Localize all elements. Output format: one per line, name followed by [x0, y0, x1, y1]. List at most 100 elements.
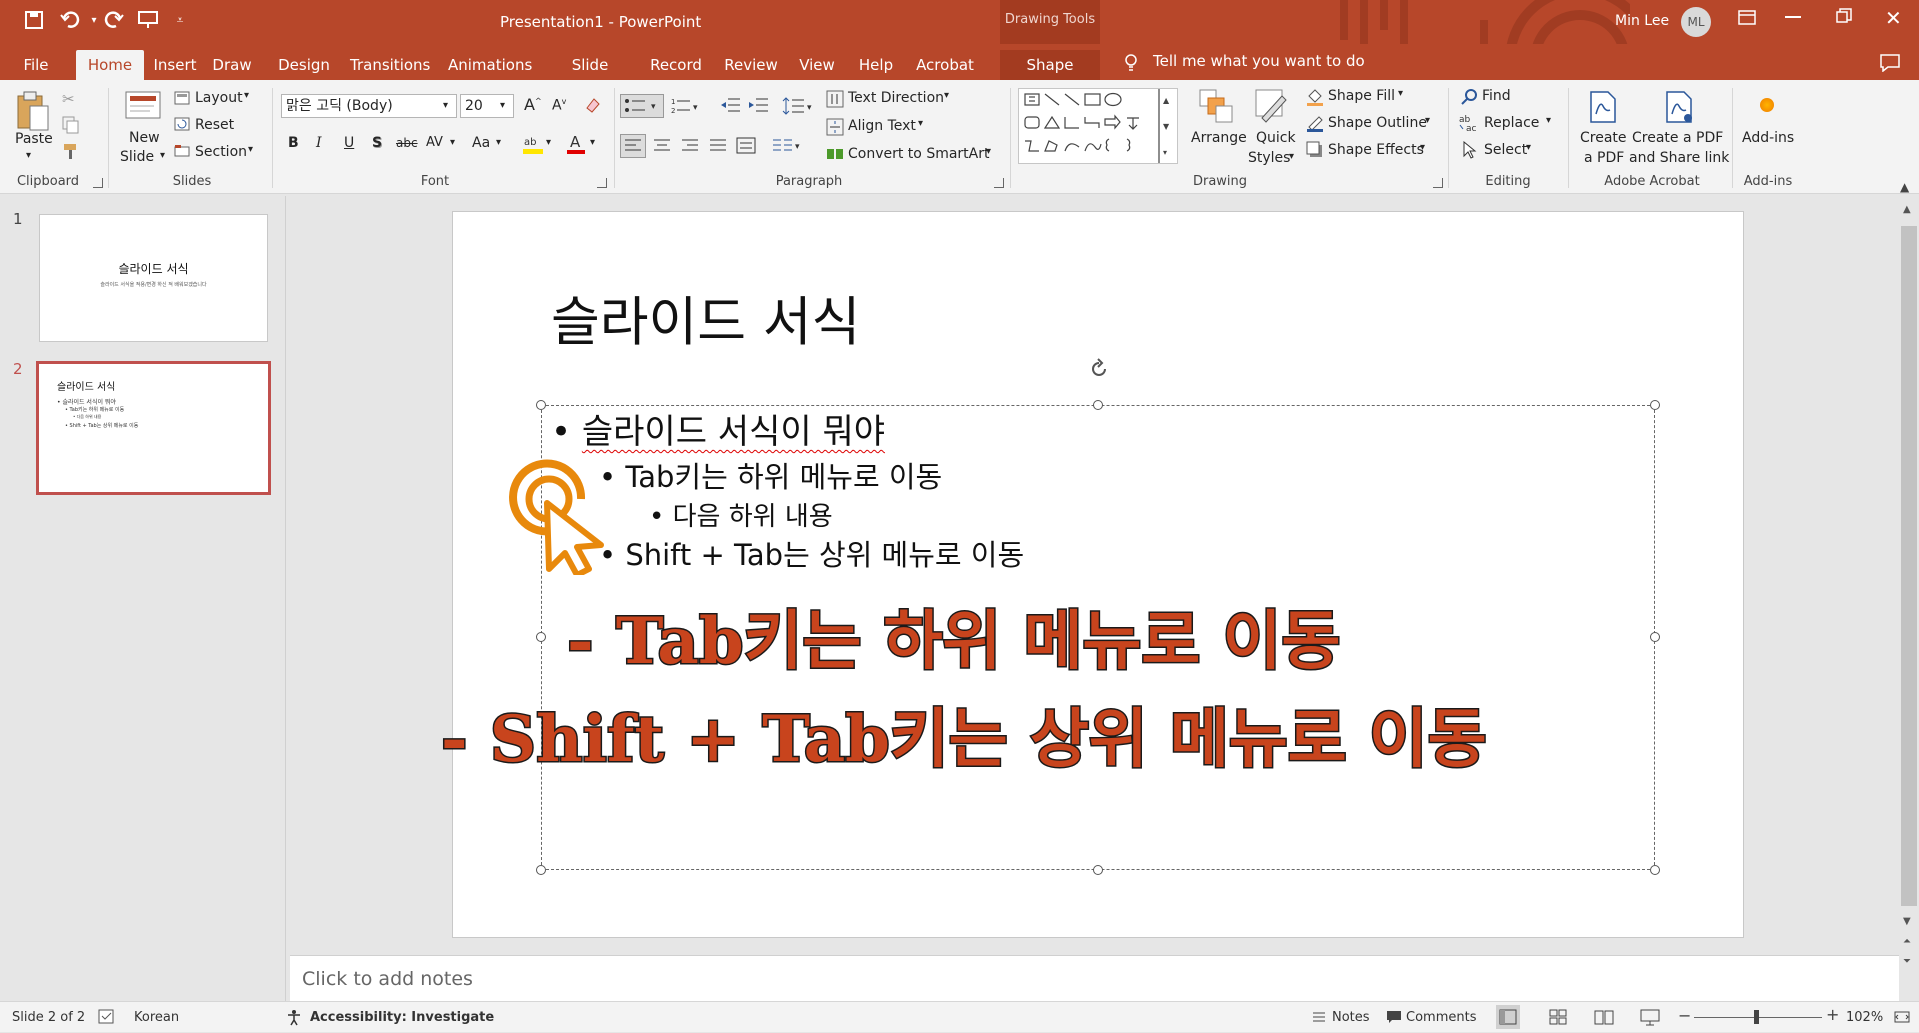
ribbon-display-options-icon[interactable]: [1737, 9, 1757, 29]
bold-icon[interactable]: B: [288, 135, 299, 151]
section-button[interactable]: Section: [195, 144, 247, 160]
resize-handle[interactable]: [1650, 632, 1660, 642]
resize-handle[interactable]: [1650, 400, 1660, 410]
character-spacing-dropdown-icon[interactable]: ▾: [450, 137, 455, 148]
vertical-scrollbar[interactable]: ▲ ▼ ⏶ ⏷: [1899, 196, 1919, 1001]
notes-pane[interactable]: Click to add notes: [290, 955, 1899, 1001]
text-shadow-icon[interactable]: S: [372, 135, 382, 151]
fit-slide-icon[interactable]: [1893, 1008, 1911, 1026]
highlight-color-icon[interactable]: ab: [522, 132, 544, 156]
notes-button[interactable]: Notes: [1332, 1010, 1370, 1025]
quick-styles-icon[interactable]: [1254, 88, 1290, 126]
justify-icon[interactable]: [706, 135, 730, 157]
zoom-out-icon[interactable]: −: [1678, 1006, 1691, 1025]
tab-view[interactable]: View: [796, 50, 838, 80]
previous-slide-icon[interactable]: ⏶: [1903, 936, 1911, 947]
font-launcher-icon[interactable]: [597, 178, 607, 188]
tab-shape-format[interactable]: Shape Format: [1000, 50, 1100, 104]
section-dropdown-icon[interactable]: ▾: [248, 144, 253, 155]
font-color-dropdown-icon[interactable]: ▾: [590, 137, 595, 148]
convert-to-smartart-button[interactable]: Convert to SmartArt: [848, 146, 989, 162]
text-direction-button[interactable]: Text Direction: [848, 90, 944, 106]
next-slide-icon[interactable]: ⏷: [1903, 956, 1911, 967]
add-ins-button[interactable]: Add-ins: [1742, 130, 1794, 146]
shape-fill-dropdown-icon[interactable]: ▾: [1398, 88, 1403, 99]
zoom-slider-thumb[interactable]: [1754, 1010, 1759, 1024]
tab-transitions[interactable]: Transitions: [350, 50, 430, 80]
save-icon[interactable]: [20, 6, 48, 34]
quick-styles-button[interactable]: Styles: [1248, 150, 1290, 166]
underline-icon[interactable]: U: [344, 135, 354, 151]
clear-formatting-icon[interactable]: [584, 96, 602, 114]
resize-handle[interactable]: [536, 632, 546, 642]
bullet-level-2[interactable]: • Tab키는 하위 메뉴로 이동: [599, 454, 942, 496]
restore-icon[interactable]: [1836, 8, 1852, 24]
reading-view-icon[interactable]: [1592, 1005, 1616, 1029]
align-text-icon[interactable]: [826, 118, 844, 136]
paste-icon[interactable]: [14, 90, 50, 132]
accessibility-icon[interactable]: [286, 1009, 304, 1027]
font-size-dropdown-icon[interactable]: ▾: [500, 100, 505, 111]
change-case-icon[interactable]: Aa: [472, 135, 490, 151]
tell-me-search[interactable]: Tell me what you want to do: [1153, 52, 1365, 70]
minimize-icon[interactable]: [1785, 16, 1801, 18]
slide-title[interactable]: 슬라이드 서식: [551, 280, 860, 356]
accessibility-status[interactable]: Accessibility: Investigate: [310, 1010, 494, 1025]
reset-icon[interactable]: [174, 117, 190, 131]
align-text-button[interactable]: Align Text: [848, 118, 916, 134]
tab-animations[interactable]: Animations: [448, 50, 532, 80]
shape-fill-button[interactable]: Shape Fill: [1328, 88, 1395, 104]
slide-thumbnail-2[interactable]: 슬라이드 서식 • 슬라이드 서식이 뭐야 • Tab키는 하위 메뉴로 이동 …: [36, 361, 271, 495]
align-text-dropdown-icon[interactable]: ▾: [918, 118, 923, 129]
bullets-button[interactable]: ▾: [620, 94, 664, 118]
align-left-icon[interactable]: [620, 134, 646, 158]
bullet-level-2[interactable]: • Shift + Tab는 상위 메뉴로 이동: [599, 532, 1024, 574]
tab-acrobat[interactable]: Acrobat: [914, 50, 976, 80]
resize-handle[interactable]: [1093, 400, 1103, 410]
shape-outline-icon[interactable]: [1306, 114, 1324, 132]
slide-sorter-icon[interactable]: [1546, 1005, 1570, 1029]
tab-home[interactable]: Home: [76, 50, 144, 80]
comments-icon[interactable]: [1880, 54, 1900, 73]
tab-insert[interactable]: Insert: [152, 50, 198, 80]
create-share-button[interactable]: and Share link: [1629, 150, 1729, 166]
arrange-button[interactable]: Arrange: [1191, 130, 1247, 146]
zoom-level[interactable]: 102%: [1846, 1010, 1883, 1025]
resize-handle[interactable]: [536, 865, 546, 875]
increase-font-icon[interactable]: A^: [524, 95, 542, 114]
tab-design[interactable]: Design: [276, 50, 332, 80]
resize-handle[interactable]: [1093, 865, 1103, 875]
shape-outline-button[interactable]: Shape Outline: [1328, 115, 1427, 131]
redo-icon[interactable]: [100, 6, 128, 34]
font-size-combo[interactable]: 20: [460, 94, 514, 118]
tab-review[interactable]: Review: [722, 50, 780, 80]
section-icon[interactable]: [174, 144, 190, 158]
replace-icon[interactable]: ab ac: [1458, 114, 1480, 134]
new-slide-label[interactable]: New: [129, 130, 160, 146]
language-indicator[interactable]: Korean: [134, 1010, 179, 1025]
new-slide-icon[interactable]: [124, 90, 162, 122]
decrease-indent-icon[interactable]: [720, 96, 742, 116]
comments-button[interactable]: Comments: [1406, 1010, 1476, 1025]
zoom-in-icon[interactable]: +: [1826, 1005, 1839, 1024]
scroll-up-icon[interactable]: ▲: [1903, 204, 1911, 215]
notes-icon[interactable]: [1312, 1010, 1326, 1024]
paste-dropdown-icon[interactable]: ▾: [26, 150, 31, 161]
select-dropdown-icon[interactable]: ▾: [1526, 142, 1531, 153]
align-center-icon[interactable]: [650, 135, 674, 157]
create-share-pdf-icon[interactable]: [1664, 90, 1694, 124]
line-spacing-icon[interactable]: ▾: [782, 96, 816, 116]
copy-icon[interactable]: [62, 116, 80, 134]
tab-record[interactable]: Record: [648, 50, 704, 80]
collapse-ribbon-icon[interactable]: ▲: [1900, 180, 1909, 194]
strikethrough-icon[interactable]: abc: [396, 136, 418, 150]
paragraph-launcher-icon[interactable]: [994, 178, 1004, 188]
present-from-start-icon[interactable]: [134, 6, 162, 34]
create-pdf-label[interactable]: Create: [1580, 130, 1627, 146]
spelling-check-icon[interactable]: [98, 1009, 116, 1025]
clipboard-launcher-icon[interactable]: [93, 178, 103, 188]
layout-button[interactable]: Layout: [195, 90, 243, 106]
comments-status-icon[interactable]: [1386, 1010, 1402, 1024]
add-ins-icon[interactable]: [1760, 98, 1774, 112]
slide-thumbnail-1[interactable]: 슬라이드 서식 슬라이드 서식을 적용/변경 하신 적 배워보겠습니다: [39, 214, 268, 342]
